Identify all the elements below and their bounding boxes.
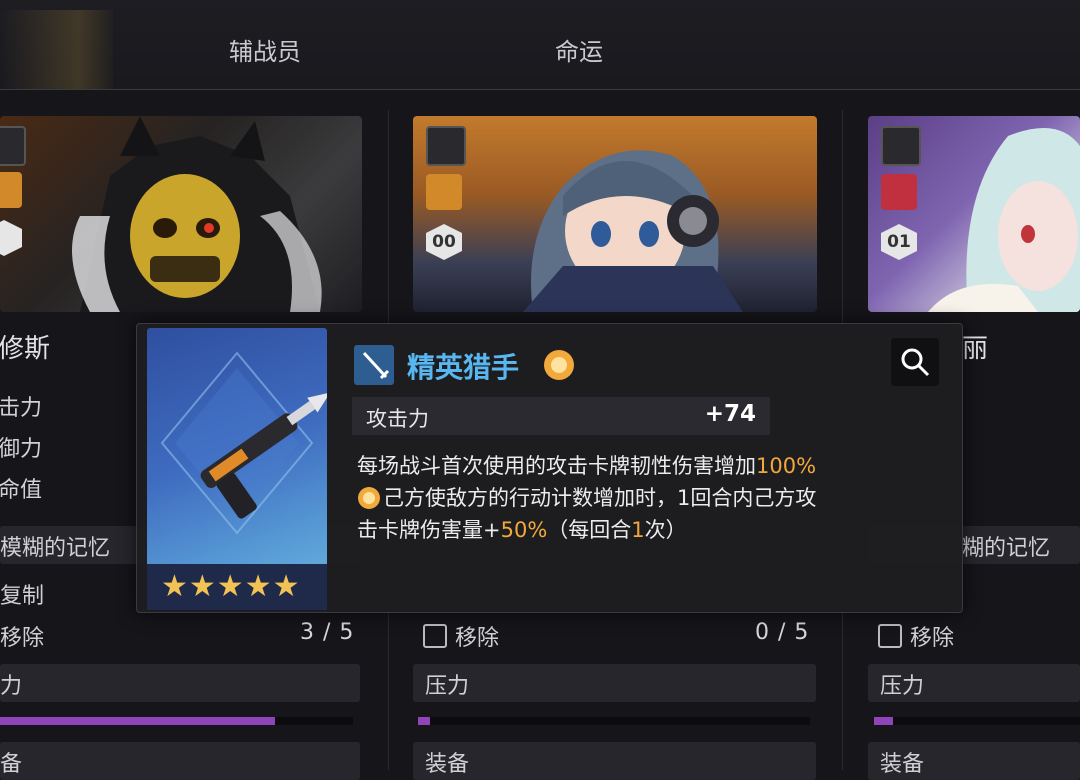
card-title: 精英猎手	[407, 351, 520, 384]
equip-label: 备	[0, 752, 23, 777]
remove-icon	[423, 624, 447, 648]
card-stat-value: +74	[704, 401, 756, 427]
character-portrait-3[interactable]: 01	[868, 116, 1080, 312]
stress-progress-fill	[874, 717, 893, 725]
stress-label: 力	[0, 674, 23, 699]
remove-count: 0 / 5	[755, 620, 810, 645]
remove-count: 3 / 5	[300, 620, 355, 645]
stress-progress-track	[418, 717, 810, 725]
card-art: ★★★★★	[147, 328, 327, 610]
equip-bar[interactable]	[0, 742, 360, 780]
stat-label-attack: 击力	[0, 396, 43, 421]
class-icon	[881, 126, 921, 166]
level-badge-text: 01	[887, 232, 911, 252]
tab-fate[interactable]: 命运	[555, 32, 603, 67]
equip-bar[interactable]	[413, 742, 816, 780]
remove-label: 移除	[0, 626, 45, 651]
stat-label-defense: 御力	[0, 437, 43, 462]
stress-bar	[0, 664, 360, 702]
memory-label: 模糊的记忆	[0, 536, 111, 561]
stress-progress-fill	[0, 717, 275, 725]
character-name: 修斯	[0, 334, 51, 364]
card-stat-label: 攻击力	[366, 407, 429, 431]
stress-progress-fill	[418, 717, 430, 725]
card-stat-row: 攻击力 +74	[352, 397, 770, 435]
tab-divider	[0, 89, 1080, 90]
stress-progress-track	[874, 717, 1080, 725]
harpoon-gun-icon	[160, 351, 327, 535]
character-portrait-1[interactable]	[0, 116, 362, 312]
tab-active-highlight[interactable]	[0, 10, 113, 90]
card-description: 每场战斗首次使用的攻击卡牌韧性伤害增加100% 己方使敌方的行动计数增加时，1回…	[357, 454, 817, 542]
rarity-stars: ★★★★★	[161, 569, 301, 604]
memory-label: 糊的记忆	[962, 536, 1051, 561]
element-icon	[426, 174, 462, 210]
inspect-search-button[interactable]	[891, 338, 939, 386]
copy-label: 复制	[0, 584, 45, 609]
stat-label-hp: 命值	[0, 478, 43, 503]
class-icon	[0, 126, 26, 166]
stress-label: 压力	[880, 674, 925, 699]
character-name: 丽	[962, 334, 989, 364]
headphone-girl-art	[523, 150, 743, 312]
remove-label: 移除	[423, 620, 499, 652]
sun-element-icon	[542, 348, 576, 382]
character-portrait-2[interactable]: 00	[413, 116, 817, 312]
equip-label: 装备	[880, 752, 925, 777]
masked-character-art	[72, 116, 322, 312]
sun-element-icon	[358, 487, 380, 509]
top-tab-bar: 辅战员 命运	[0, 0, 1080, 90]
remove-icon	[878, 624, 902, 648]
attack-type-icon	[354, 345, 394, 385]
remove-label: 移除	[878, 620, 954, 652]
stress-bar	[413, 664, 816, 702]
level-badge-text: 00	[432, 232, 456, 252]
class-icon	[426, 126, 466, 166]
card-detail-tooltip: ★★★★★ 精英猎手 攻击力 +74 每场战斗首次使用的攻击卡牌韧性伤害增加10…	[136, 323, 963, 613]
equip-label: 装备	[425, 752, 470, 777]
stress-label: 压力	[425, 674, 470, 699]
search-icon	[901, 348, 930, 377]
element-icon	[881, 174, 917, 210]
element-icon	[0, 172, 22, 208]
tab-support[interactable]: 辅战员	[229, 32, 301, 67]
